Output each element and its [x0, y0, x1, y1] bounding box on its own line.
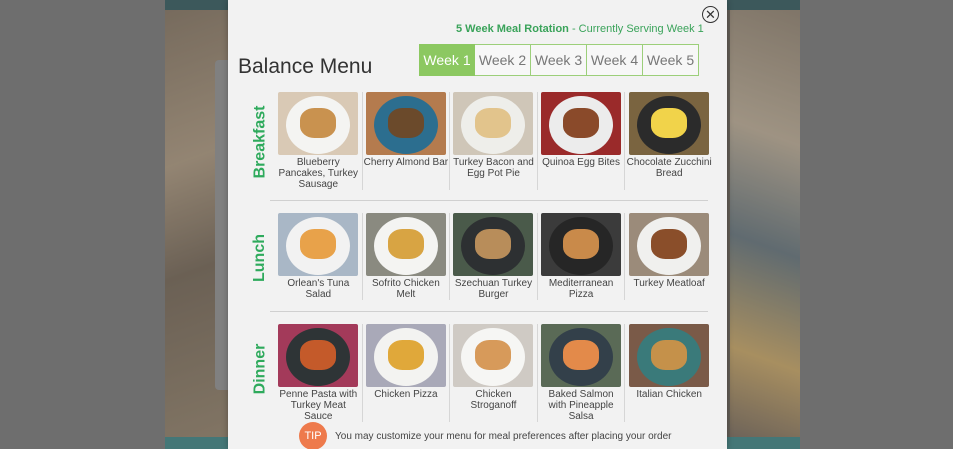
meal-thumbnail: [629, 213, 710, 276]
meal-item[interactable]: Chocolate Zucchini Bread: [625, 92, 713, 190]
meal-thumbnail: [365, 92, 446, 155]
tip-text: You may customize your menu for meal pre…: [335, 430, 672, 442]
food-graphic: [387, 108, 424, 138]
food-graphic: [651, 340, 688, 370]
meal-item-name: Chicken Stroganoff: [470, 389, 517, 411]
meal-item[interactable]: Cherry Almond Bar: [363, 92, 451, 190]
meal-thumbnail: [629, 92, 710, 155]
food-graphic: [300, 229, 337, 259]
tab-week-5[interactable]: Week 5: [643, 44, 699, 76]
row-divider: [270, 200, 708, 201]
meal-item[interactable]: Orlean's Tuna Salad: [275, 213, 363, 300]
meal-item[interactable]: Turkey Meatloaf: [625, 213, 713, 300]
meal-item[interactable]: Mediterranean Pizza: [538, 213, 626, 300]
meal-item[interactable]: Sofrito Chicken Melt: [363, 213, 451, 300]
meal-item-name: Penne Pasta with Turkey Meat Sauce: [279, 389, 358, 422]
meal-item[interactable]: Chicken Pizza: [363, 324, 451, 422]
close-icon[interactable]: ✕: [702, 6, 719, 23]
rotation-title: 5 Week Meal Rotation: [456, 23, 569, 35]
meal-item-name: Chicken Pizza: [374, 389, 438, 400]
meal-label-dinner: Dinner: [248, 324, 272, 414]
meal-thumbnail: [365, 213, 446, 276]
food-graphic: [387, 340, 424, 370]
food-graphic: [563, 108, 600, 138]
meal-item-name: Turkey Bacon and Egg Pot Pie: [453, 157, 534, 179]
meal-thumbnail: [453, 213, 534, 276]
food-graphic: [475, 108, 512, 138]
meal-item[interactable]: Turkey Bacon and Egg Pot Pie: [450, 92, 538, 190]
food-graphic: [563, 340, 600, 370]
meal-item-name: Baked Salmon with Pineapple Salsa: [548, 389, 614, 422]
meal-item[interactable]: Baked Salmon with Pineapple Salsa: [538, 324, 626, 422]
meal-item[interactable]: Italian Chicken: [625, 324, 713, 422]
rotation-status: 5 Week Meal Rotation - Currently Serving…: [456, 23, 704, 35]
meal-row-dinner: Dinner Penne Pasta with Turkey Meat Sauc…: [248, 324, 718, 422]
meal-item-name: Quinoa Egg Bites: [542, 157, 620, 168]
meal-thumbnail: [278, 324, 359, 387]
meal-thumbnail: [541, 324, 622, 387]
meal-item-name: Cherry Almond Bar: [363, 157, 449, 168]
rotation-current-week: - Currently Serving Week 1: [568, 23, 704, 35]
meal-item[interactable]: Blueberry Pancakes, Turkey Sausage: [275, 92, 363, 190]
meal-thumbnail: [278, 92, 359, 155]
meal-thumbnail: [453, 92, 534, 155]
meal-item-name: Sofrito Chicken Melt: [371, 278, 440, 300]
food-graphic: [300, 108, 337, 138]
meal-item-name: Blueberry Pancakes, Turkey Sausage: [278, 157, 359, 190]
meal-item-name: Szechuan Turkey Burger: [454, 278, 533, 300]
meal-thumbnail: [541, 213, 622, 276]
meal-thumbnail: [541, 92, 622, 155]
meal-item-name: Mediterranean Pizza: [548, 278, 614, 300]
tab-week-3[interactable]: Week 3: [531, 44, 587, 76]
row-divider: [270, 311, 708, 312]
tab-week-2[interactable]: Week 2: [475, 44, 531, 76]
meal-label-breakfast: Breakfast: [248, 92, 272, 192]
meal-item-name: Turkey Meatloaf: [633, 278, 705, 289]
meal-thumbnail: [629, 324, 710, 387]
meal-item[interactable]: Chicken Stroganoff: [450, 324, 538, 422]
tip-banner: TIP You may customize your menu for meal…: [299, 422, 671, 449]
meal-row-breakfast: Breakfast Blueberry Pancakes, Turkey Sau…: [248, 92, 718, 197]
meal-item[interactable]: Szechuan Turkey Burger: [450, 213, 538, 300]
meal-thumbnail: [365, 324, 446, 387]
food-graphic: [651, 229, 688, 259]
meal-label-lunch: Lunch: [248, 213, 272, 303]
meal-label-text: Dinner: [251, 343, 269, 395]
meal-item[interactable]: Quinoa Egg Bites: [538, 92, 626, 190]
food-graphic: [475, 229, 512, 259]
meal-thumbnail: [453, 324, 534, 387]
tab-week-4[interactable]: Week 4: [587, 44, 643, 76]
food-graphic: [475, 340, 512, 370]
meal-items: Penne Pasta with Turkey Meat Sauce Chick…: [275, 324, 713, 422]
food-graphic: [387, 229, 424, 259]
menu-modal: ✕ 5 Week Meal Rotation - Currently Servi…: [228, 0, 727, 449]
food-graphic: [300, 340, 337, 370]
meal-item-name: Orlean's Tuna Salad: [287, 278, 350, 300]
meal-items: Orlean's Tuna Salad Sofrito Chicken Melt…: [275, 213, 713, 300]
meal-label-text: Lunch: [251, 234, 268, 282]
meal-items: Blueberry Pancakes, Turkey Sausage Cherr…: [275, 92, 713, 190]
food-graphic: [563, 229, 600, 259]
meal-item-name: Chocolate Zucchini Bread: [626, 157, 712, 179]
week-tabs: Week 1 Week 2 Week 3 Week 4 Week 5: [419, 44, 699, 76]
meal-item[interactable]: Penne Pasta with Turkey Meat Sauce: [275, 324, 363, 422]
meal-row-lunch: Lunch Orlean's Tuna Salad Sofrito Chicke…: [248, 213, 718, 308]
meal-item-name: Italian Chicken: [636, 389, 702, 400]
meal-label-text: Breakfast: [251, 105, 268, 179]
tab-week-1[interactable]: Week 1: [419, 44, 475, 76]
page-title: Balance Menu: [238, 55, 373, 78]
tip-badge: TIP: [299, 422, 327, 449]
meal-thumbnail: [278, 213, 359, 276]
food-graphic: [651, 108, 688, 138]
